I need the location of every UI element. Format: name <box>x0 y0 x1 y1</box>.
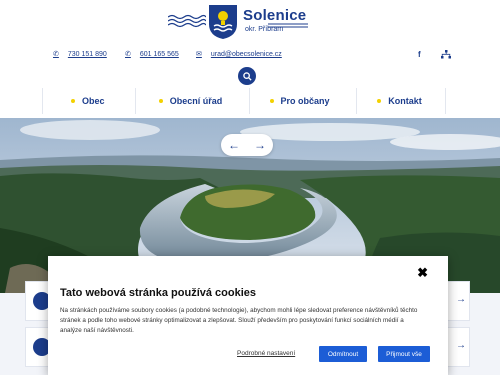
phone-icon: ✆ <box>125 51 131 58</box>
reject-button[interactable]: Odmítnout <box>319 346 367 362</box>
coat-of-arms-icon <box>209 5 237 39</box>
phone-number-1: 730 151 890 <box>67 50 107 58</box>
wave-decoration-icon <box>268 23 308 28</box>
email-address: urad@obecsolenice.cz <box>210 50 282 58</box>
search-button[interactable] <box>238 67 256 85</box>
main-navigation: Obec Obecní úřad Pro občany Kontakt <box>42 88 447 114</box>
bullet-icon <box>377 99 382 103</box>
nav-item-label: Obec <box>82 96 105 106</box>
nav-item-label: Kontakt <box>388 96 422 106</box>
phone-link-1[interactable]: ✆ 730 151 890 <box>53 50 107 59</box>
nav-item-kontakt[interactable]: Kontakt <box>357 88 445 114</box>
arrow-right-icon: → <box>456 294 466 305</box>
bullet-icon <box>158 99 163 103</box>
cookie-consent-dialog: ✖ Tato webová stránka používá cookies Na… <box>48 256 448 375</box>
quick-link-card[interactable]: → <box>446 281 470 321</box>
phone-number-2: 601 165 565 <box>139 50 179 58</box>
close-icon[interactable]: ✖ <box>417 266 428 280</box>
site-title: Solenice okr. Příbram <box>243 7 363 35</box>
cookie-title: Tato webová stránka používá cookies <box>60 287 257 299</box>
contact-bar: ✆ 730 151 890 ✆ 601 165 565 ✉ urad@obecs… <box>0 50 500 64</box>
sitemap-icon[interactable] <box>441 50 451 59</box>
nav-item-obec[interactable]: Obec <box>43 88 135 114</box>
site-header: Solenice okr. Příbram ✆ 730 151 890 ✆ 60… <box>0 0 500 118</box>
phone-icon: ✆ <box>53 51 59 58</box>
phone-link-2[interactable]: ✆ 601 165 565 <box>125 50 179 59</box>
email-icon: ✉ <box>196 51 202 58</box>
facebook-icon[interactable]: f <box>418 50 421 59</box>
nav-item-label: Obecní úřad <box>169 96 223 106</box>
quick-link-card[interactable]: → <box>446 327 470 367</box>
nav-item-obecni-urad[interactable]: Obecní úřad <box>136 88 249 114</box>
wave-decoration-icon <box>168 14 206 28</box>
email-link[interactable]: ✉ urad@obecsolenice.cz <box>196 50 282 59</box>
bullet-icon <box>71 99 75 103</box>
nav-item-pro-obcany[interactable]: Pro občany <box>250 88 357 114</box>
bullet-icon <box>269 99 274 103</box>
slider-prev-button[interactable]: ← <box>228 138 240 152</box>
nav-divider <box>445 88 447 114</box>
nav-item-label: Pro občany <box>280 96 330 106</box>
accept-all-button[interactable]: Přijmout vše <box>378 346 430 362</box>
cookie-description: Na stránkách používáme soubory cookies (… <box>60 307 418 334</box>
slider-controls: ← → <box>221 134 273 156</box>
arrow-right-icon: → <box>456 340 466 351</box>
cookie-settings-link[interactable]: Podrobné nastavení <box>237 350 295 357</box>
search-icon <box>242 71 252 81</box>
slider-next-button[interactable]: → <box>254 138 266 152</box>
